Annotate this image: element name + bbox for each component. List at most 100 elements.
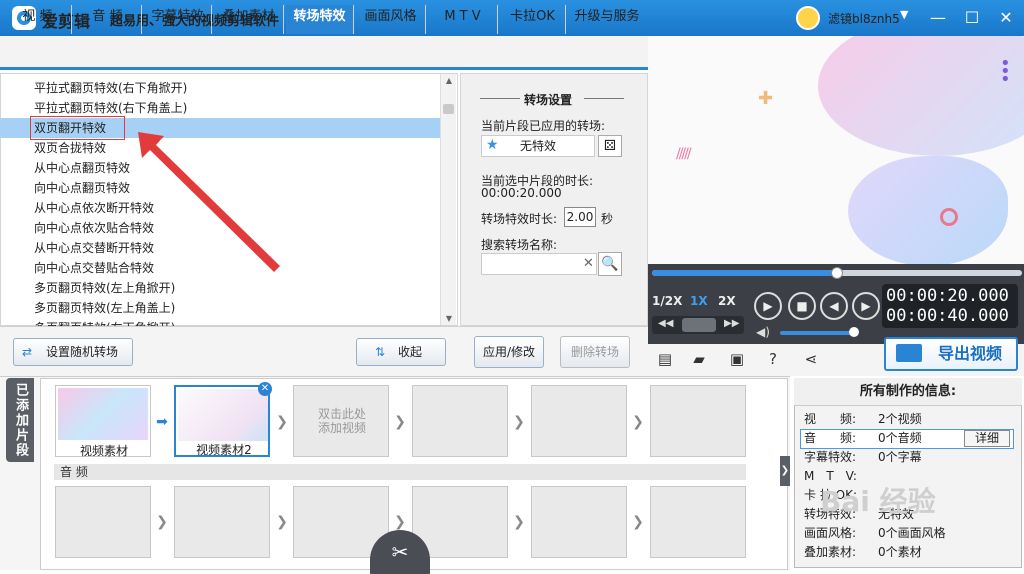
maximize-icon[interactable]: ☐ [960,6,984,30]
arrow-right-icon: ❯ [632,514,644,530]
total-time: 00:00:40.000 [886,306,1009,326]
minimize-icon[interactable]: — [926,6,950,30]
info-row-value: 0个音频 [878,431,922,445]
divider [480,98,520,99]
info-row-key: 画面风格: [804,526,857,540]
fast-forward-icon[interactable]: ▶▶ [724,318,739,329]
jog-knob[interactable] [682,318,716,332]
tab-style[interactable]: 画面风格 [356,5,426,34]
audio-slot-empty[interactable] [531,486,627,558]
remove-clip-icon[interactable]: ✕ [258,382,272,396]
new-file-icon[interactable]: ▤ [656,350,674,368]
info-row-value: 2个视频 [878,412,922,426]
scroll-thumb[interactable] [443,104,454,114]
open-folder-icon[interactable]: ▰ [690,350,708,368]
transition-item[interactable]: 平拉式翻页特效(右下角掀开) [0,78,440,98]
clip-slot-empty[interactable] [650,385,746,457]
arrow-right-icon: ❯ [156,514,168,530]
transition-item[interactable]: 多页翻页特效(左上角盖上) [0,298,440,318]
arrow-right-icon: ➡ [156,414,168,430]
delete-transition-button[interactable]: 删除转场 [560,336,630,368]
info-row: 字幕特效: 0个字幕 [804,448,1014,467]
arrow-right-icon: ❯ [513,514,525,530]
tab-overlay[interactable]: 叠加素材 [214,5,284,34]
prev-frame-icon[interactable]: ◀ [820,292,848,320]
share-icon[interactable]: ⋖ [802,350,820,368]
clip-thumbnail [178,389,268,441]
info-title: 所有制作的信息: [794,378,1022,406]
tab-mtv[interactable]: M T V [428,5,498,34]
username[interactable]: 滤镜bl8znh5 [828,10,900,27]
add-video-hint: 双击此处添加视频 [317,407,366,435]
search-label: 搜索转场名称: [481,238,558,252]
clip-caption: 视频素材2 [196,443,252,457]
progress-knob[interactable] [831,267,843,279]
info-row-value: 0个字幕 [878,450,922,464]
help-icon[interactable]: ? [764,350,782,368]
arrow-right-icon: ❯ [632,414,644,430]
audio-slot-empty[interactable] [650,486,746,558]
user-dropdown-icon[interactable]: ▼ [900,8,908,21]
annotation-arrow [138,132,280,272]
tab-upgrade[interactable]: 升级与服务 [568,5,646,34]
added-clips-tab[interactable]: 已添加片段 [6,378,34,462]
info-row-value: 0个素材 [878,545,922,559]
effect-duration-input[interactable]: 2.00 [564,207,596,227]
search-input[interactable] [481,253,597,275]
divider [584,98,624,99]
scroll-up-icon[interactable]: ▲ [441,76,457,85]
random-transition-button[interactable]: ⇄ 设置随机转场 [13,338,133,366]
arrow-right-icon: ❯ [513,414,525,430]
clip-slot[interactable]: 视频素材 [55,385,151,458]
clip-slot[interactable]: 视频素材2 [174,385,270,457]
info-row: 画面风格: 0个画面风格 [804,524,1014,543]
volume-slider[interactable] [780,331,855,335]
arrow-right-icon: ❯ [394,514,406,530]
audio-slot-empty[interactable] [174,486,270,558]
play-icon[interactable]: ▶ [754,292,782,320]
clip-caption: 视频素材 [79,444,128,458]
tab-karaoke[interactable]: 卡拉OK [500,5,566,34]
jog-wheel[interactable]: ◀◀ ▶▶ [652,316,744,334]
panel-toggle-icon[interactable]: ❯ [780,456,790,486]
transition-item[interactable]: 平拉式翻页特效(右下角盖上) [0,98,440,118]
stop-icon[interactable]: ■ [788,292,816,320]
export-icon [896,344,922,362]
audio-track-label: 音 频 [54,464,746,480]
tab-transition[interactable]: 转场特效 [286,5,354,34]
random-dice-button[interactable]: ⚄ [598,135,622,157]
preview-shape [818,36,1024,156]
speed-1x-button[interactable]: 1X [690,294,708,308]
clear-icon[interactable]: ✕ [583,256,594,271]
transition-item[interactable]: 多页翻页特效(左上角掀开) [0,278,440,298]
user-avatar[interactable] [796,6,820,30]
detail-button[interactable]: 详细 [964,430,1010,447]
progress-fill [652,270,837,276]
search-icon[interactable]: 🔍 [598,252,622,276]
speed-half-button[interactable]: 1/2X [652,294,682,308]
collapse-button[interactable]: ⇅ 收起 [356,338,446,366]
effect-duration-unit: 秒 [601,212,614,226]
rewind-icon[interactable]: ◀◀ [658,318,673,329]
tab-subtitle[interactable]: 字幕特效 [144,5,212,34]
tab-video[interactable]: 视 频 [4,5,72,34]
clip-slot-empty[interactable] [531,385,627,457]
info-row-value: 0个画面风格 [878,526,946,540]
collapse-label: 收起 [397,345,422,359]
settings-title: 转场设置 [524,93,573,107]
arrow-right-icon: ❯ [276,414,288,430]
scroll-down-icon[interactable]: ▼ [441,314,457,323]
next-frame-icon[interactable]: ▶ [852,292,880,320]
random-transition-label: 设置随机转场 [45,345,118,359]
clip-slot-empty[interactable] [412,385,508,457]
volume-icon[interactable]: ◀) [756,325,770,339]
close-icon[interactable]: ✕ [994,6,1018,30]
speed-2x-button[interactable]: 2X [718,294,736,308]
save-icon[interactable]: ▣ [728,350,746,368]
arrow-right-icon: ❯ [394,414,406,430]
video-preview[interactable]: • • • ✚ ///// [648,36,1024,264]
apply-button[interactable]: 应用/修改 [474,336,544,368]
tab-audio[interactable]: 音 频 [74,5,142,34]
info-row-key: 叠加素材: [804,545,857,559]
audio-slot-empty[interactable] [55,486,151,558]
